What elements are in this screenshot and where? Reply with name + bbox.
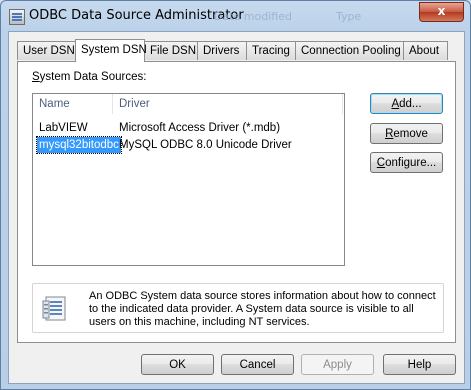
- system-dsn-panel: System Data Sources: Name Driver LabVIEW…: [17, 61, 456, 343]
- column-header-name[interactable]: Name: [33, 94, 113, 114]
- data-source-driver: MySQL ODBC 8.0 Unicode Driver: [119, 139, 292, 151]
- data-sources-list[interactable]: Name Driver LabVIEW Microsoft Access Dri…: [32, 93, 345, 266]
- ok-button[interactable]: OK: [141, 354, 214, 375]
- info-description: An ODBC System data source stores inform…: [89, 290, 436, 328]
- window-title: ODBC Data Source Administrator: [29, 8, 244, 23]
- data-source-driver: Microsoft Access Driver (*.mdb): [119, 122, 281, 134]
- apply-button[interactable]: Apply: [301, 354, 374, 375]
- tab-tracing[interactable]: Tracing: [246, 41, 297, 60]
- tab-file-dsn[interactable]: File DSN: [144, 41, 200, 60]
- configure-button[interactable]: Configure...: [370, 152, 443, 173]
- data-source-name-selected: mysql32bitodbc: [36, 136, 122, 154]
- odbc-app-icon: [9, 9, 25, 25]
- column-header-driver[interactable]: Driver: [113, 94, 343, 114]
- data-source-info-icon: [42, 296, 66, 321]
- dialog-client-area: User DSN System DSN File DSN Drivers Tra…: [8, 31, 465, 384]
- close-icon: x: [437, 4, 446, 18]
- list-item[interactable]: mysql32bitodbc MySQL ODBC 8.0 Unicode Dr…: [33, 136, 343, 154]
- add-button[interactable]: Add...: [370, 93, 443, 114]
- tab-connection-pooling[interactable]: Connection Pooling: [295, 41, 406, 60]
- tab-user-dsn[interactable]: User DSN: [17, 41, 77, 60]
- background-hint-date: Date modified: [214, 10, 292, 23]
- data-source-name: LabVIEW: [39, 122, 88, 134]
- background-hint-type: Type: [336, 10, 362, 23]
- tab-system-dsn[interactable]: System DSN: [75, 39, 147, 62]
- close-button[interactable]: x: [419, 2, 464, 22]
- tab-drivers[interactable]: Drivers: [197, 41, 248, 60]
- help-button[interactable]: Help: [383, 354, 456, 375]
- cancel-button[interactable]: Cancel: [221, 354, 294, 375]
- title-bar[interactable]: ODBC Data Source Administrator Date modi…: [1, 1, 470, 31]
- info-box: An ODBC System data source stores inform…: [32, 283, 444, 333]
- system-data-sources-label: System Data Sources:: [32, 71, 147, 83]
- list-item[interactable]: LabVIEW Microsoft Access Driver (*.mdb): [33, 120, 343, 136]
- tab-about[interactable]: About: [403, 41, 448, 60]
- remove-button[interactable]: Remove: [370, 123, 443, 144]
- odbc-admin-window: ODBC Data Source Administrator Date modi…: [0, 0, 471, 390]
